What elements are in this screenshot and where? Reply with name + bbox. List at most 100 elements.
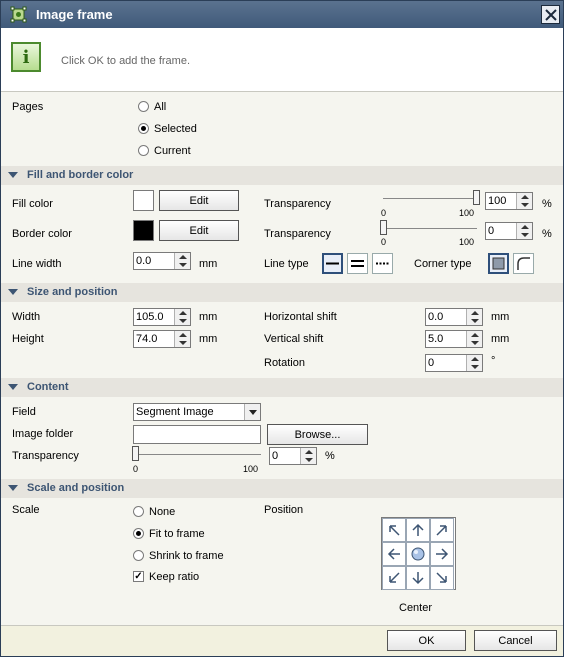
- position-center[interactable]: [406, 542, 430, 566]
- spin-arrows-icon[interactable]: [174, 253, 190, 269]
- pages-all-label: All: [154, 101, 167, 113]
- spin-arrows-icon[interactable]: [466, 309, 482, 325]
- fill-slider-max: 100: [459, 208, 475, 218]
- section-scale-position[interactable]: Scale and position: [1, 479, 563, 498]
- scale-none-radio[interactable]: [133, 506, 144, 517]
- fill-transparency-label: Transparency: [264, 198, 331, 210]
- section-content[interactable]: Content: [1, 378, 563, 397]
- scale-fit-label: Fit to frame: [149, 528, 205, 540]
- spin-arrows-icon[interactable]: [174, 309, 190, 325]
- line-type-dashed-button[interactable]: [372, 253, 393, 274]
- fill-transparency-value: 100: [488, 195, 507, 207]
- content-transparency-slider-thumb[interactable]: [132, 446, 139, 461]
- position-bottom-left[interactable]: [382, 566, 406, 590]
- border-edit-button[interactable]: Edit: [159, 220, 239, 241]
- horizontal-shift-input[interactable]: 0.0: [425, 308, 483, 326]
- fill-color-label: Fill color: [12, 198, 53, 210]
- spin-arrows-icon[interactable]: [300, 448, 316, 464]
- width-value: 105.0: [136, 311, 164, 323]
- pages-label: Pages: [12, 101, 44, 113]
- position-top-right[interactable]: [430, 518, 454, 542]
- browse-button[interactable]: Browse...: [267, 424, 368, 445]
- fill-edit-button[interactable]: Edit: [159, 190, 239, 211]
- dashed-line-icon: [376, 262, 389, 265]
- vertical-shift-unit: mm: [491, 333, 510, 345]
- line-width-unit: mm: [199, 258, 218, 270]
- info-message: Click OK to add the frame.: [61, 55, 190, 67]
- center-circle-icon: [411, 547, 425, 561]
- horizontal-shift-label: Horizontal shift: [264, 311, 337, 323]
- pages-selected-radio[interactable]: [138, 123, 149, 134]
- section-fill-border[interactable]: Fill and border color: [1, 166, 563, 185]
- field-label: Field: [12, 406, 36, 418]
- spin-arrows-icon[interactable]: [516, 223, 532, 239]
- spin-arrows-icon[interactable]: [516, 193, 532, 209]
- section-size-position[interactable]: Size and position: [1, 283, 563, 302]
- image-folder-input[interactable]: [133, 425, 261, 444]
- double-line-icon: [351, 260, 364, 267]
- close-button[interactable]: [541, 5, 560, 24]
- line-width-input[interactable]: 0.0: [133, 252, 191, 270]
- rounded-corner-icon: [517, 257, 530, 270]
- ok-button[interactable]: OK: [387, 630, 466, 651]
- position-top-left[interactable]: [382, 518, 406, 542]
- cancel-button[interactable]: Cancel: [474, 630, 557, 651]
- chevron-down-icon: [8, 384, 18, 390]
- square-corner-icon: [492, 257, 505, 270]
- height-unit: mm: [199, 333, 218, 345]
- border-transparency-slider-thumb[interactable]: [380, 220, 387, 235]
- arrow-up-right-icon: [436, 525, 447, 536]
- content-percent-label: %: [325, 450, 335, 462]
- keep-ratio-label: Keep ratio: [149, 571, 200, 583]
- border-color-swatch[interactable]: [133, 220, 154, 241]
- info-icon: i: [11, 42, 41, 72]
- fill-transparency-slider-track: [383, 198, 477, 199]
- arrow-left-icon: [387, 548, 400, 560]
- field-select[interactable]: Segment Image: [133, 403, 261, 421]
- border-color-label: Border color: [12, 228, 72, 240]
- corner-type-rounded-button[interactable]: [513, 253, 534, 274]
- border-slider-max: 100: [459, 237, 475, 247]
- vertical-shift-input[interactable]: 5.0: [425, 330, 483, 348]
- keep-ratio-checkbox[interactable]: ✓: [133, 571, 144, 582]
- section-title: Content: [27, 381, 69, 393]
- scale-fit-radio[interactable]: [133, 528, 144, 539]
- spin-arrows-icon[interactable]: [466, 355, 482, 371]
- pages-selected-label: Selected: [154, 123, 197, 135]
- position-top[interactable]: [406, 518, 430, 542]
- position-left[interactable]: [382, 542, 406, 566]
- border-transparency-input[interactable]: 0: [485, 222, 533, 240]
- arrow-up-icon: [412, 523, 424, 536]
- chevron-down-icon[interactable]: [244, 404, 260, 420]
- fill-transparency-slider-thumb[interactable]: [473, 190, 480, 205]
- height-input[interactable]: 74.0: [133, 330, 191, 348]
- content-transparency-value: 0: [272, 450, 279, 462]
- fill-color-swatch[interactable]: [133, 190, 154, 211]
- spin-arrows-icon[interactable]: [466, 331, 482, 347]
- position-value-label: Center: [399, 602, 433, 614]
- rotation-input[interactable]: 0: [425, 354, 483, 372]
- width-input[interactable]: 105.0: [133, 308, 191, 326]
- section-title: Fill and border color: [27, 169, 134, 181]
- corner-type-label: Corner type: [414, 258, 472, 270]
- position-right[interactable]: [430, 542, 454, 566]
- content-transparency-input[interactable]: 0: [269, 447, 317, 465]
- spin-arrows-icon[interactable]: [174, 331, 190, 347]
- pages-all-radio[interactable]: [138, 101, 149, 112]
- rotation-value: 0: [428, 357, 435, 369]
- position-bottom-right[interactable]: [430, 566, 454, 590]
- line-type-single-button[interactable]: [322, 253, 343, 274]
- border-percent-label: %: [542, 228, 552, 240]
- image-folder-label: Image folder: [12, 428, 74, 440]
- position-bottom[interactable]: [406, 566, 430, 590]
- vertical-shift-label: Vertical shift: [264, 333, 324, 345]
- chevron-down-icon: [8, 485, 18, 491]
- fill-transparency-input[interactable]: 100: [485, 192, 533, 210]
- scale-shrink-label: Shrink to frame: [149, 550, 224, 562]
- rotation-label: Rotation: [264, 357, 305, 369]
- line-type-double-button[interactable]: [347, 253, 368, 274]
- scale-shrink-radio[interactable]: [133, 550, 144, 561]
- corner-type-square-button[interactable]: [488, 253, 509, 274]
- title-bar[interactable]: Image frame: [1, 1, 563, 28]
- pages-current-radio[interactable]: [138, 145, 149, 156]
